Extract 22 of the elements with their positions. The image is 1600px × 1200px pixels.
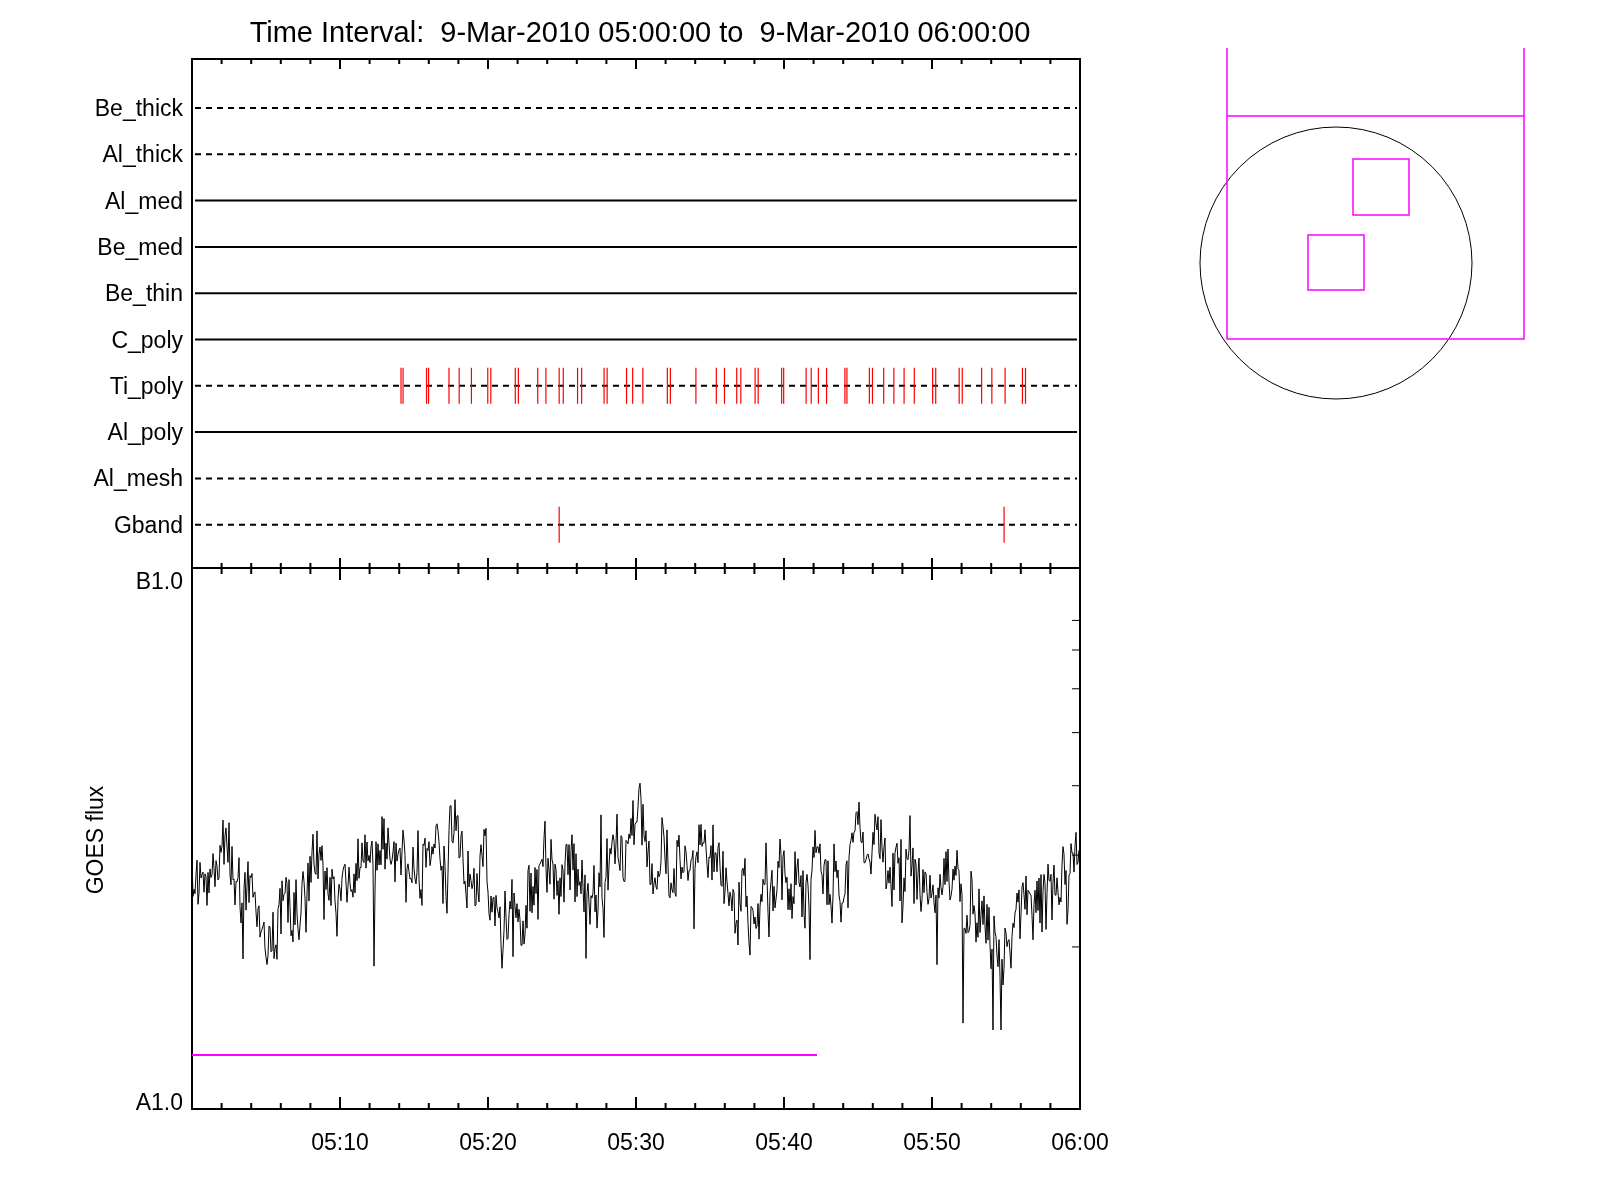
- channel-label: Al_thick: [102, 141, 183, 168]
- channel-label: Be_med: [97, 233, 183, 260]
- channel-label: Al_mesh: [93, 465, 183, 492]
- x-tick-label: 05:20: [459, 1129, 517, 1155]
- plot-title: Time Interval: 9-Mar-2010 05:00:00 to 9-Mar-2010 06:00:00: [249, 16, 1031, 48]
- x-tick-label: 05:40: [755, 1129, 813, 1155]
- x-tick-label: 05:10: [311, 1129, 369, 1155]
- y-axis-title: GOES flux: [82, 785, 108, 895]
- channel-label: Be_thick: [94, 95, 183, 121]
- x-tick-label: 05:50: [903, 1129, 961, 1155]
- y-axis-label: B1.0: [135, 568, 183, 594]
- channel-label: Gband: [113, 511, 183, 538]
- channel-label: C_poly: [111, 326, 183, 353]
- y-axis-label: A1.0: [135, 1089, 183, 1115]
- x-tick-label: 06:00: [1051, 1129, 1109, 1155]
- region-square: [1352, 158, 1410, 216]
- channel-label: Ti_poly: [109, 372, 183, 399]
- x-tick-label: 05:30: [607, 1129, 665, 1155]
- channel-label: Al_poly: [107, 419, 183, 446]
- channel-label: Be_thin: [105, 280, 183, 307]
- region-square: [1307, 234, 1365, 291]
- channel-label: Al_med: [105, 187, 183, 214]
